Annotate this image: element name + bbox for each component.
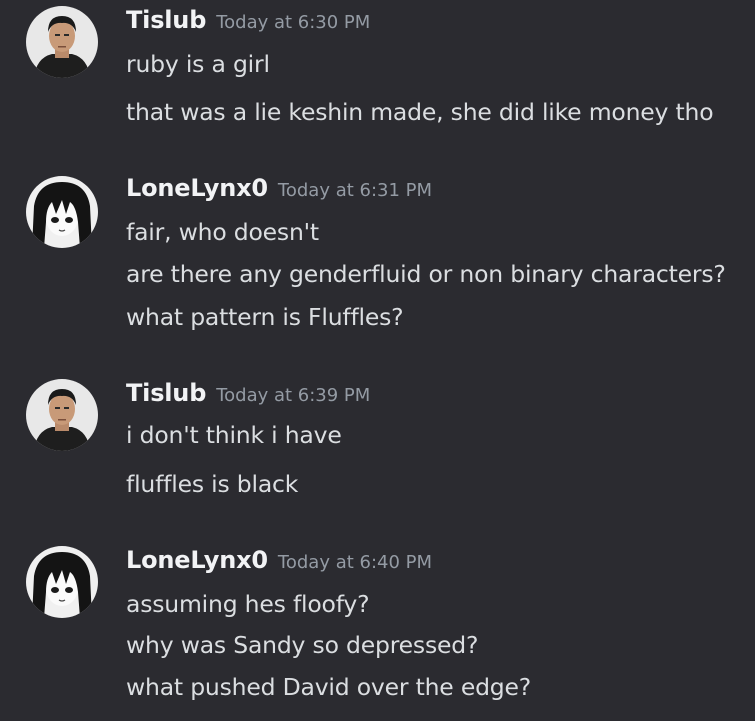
chat-message-list: Tislub Today at 6:30 PM ruby is a girl th… [0,0,755,721]
message-text: what pattern is Fluffles? [126,303,404,331]
message-timestamp: Today at 6:30 PM [216,12,371,33]
avatar[interactable] [26,546,98,618]
message-timestamp: Today at 6:39 PM [216,385,371,406]
man-portrait-avatar-icon [26,379,98,451]
message-text: fluffles is black [126,470,299,498]
message-text: ruby is a girl [126,50,270,78]
avatar[interactable] [26,176,98,248]
man-portrait-avatar-icon [26,6,98,78]
message-text: what pushed David over the edge? [126,673,532,701]
author-name[interactable]: LoneLynx0 [126,174,268,202]
message-timestamp: Today at 6:40 PM [277,552,433,573]
author-name[interactable]: Tislub [126,379,206,407]
author-name[interactable]: LoneLynx0 [126,546,268,574]
message-text: assuming hes floofy? [126,590,370,618]
message-text: that was a lie keshin made, she did like… [126,98,714,126]
anime-dark-hair-avatar-icon [26,546,98,618]
avatar[interactable] [26,379,98,451]
message-text: why was Sandy so depressed? [126,631,479,659]
message-timestamp: Today at 6:31 PM [277,180,433,201]
avatar[interactable] [26,6,98,78]
author-name[interactable]: Tislub [126,6,206,34]
message-text: are there any genderfluid or non binary … [126,260,726,288]
message-text: i don't think i have [126,421,342,449]
anime-dark-hair-avatar-icon [26,176,98,248]
message-text: fair, who doesn't [126,218,319,246]
